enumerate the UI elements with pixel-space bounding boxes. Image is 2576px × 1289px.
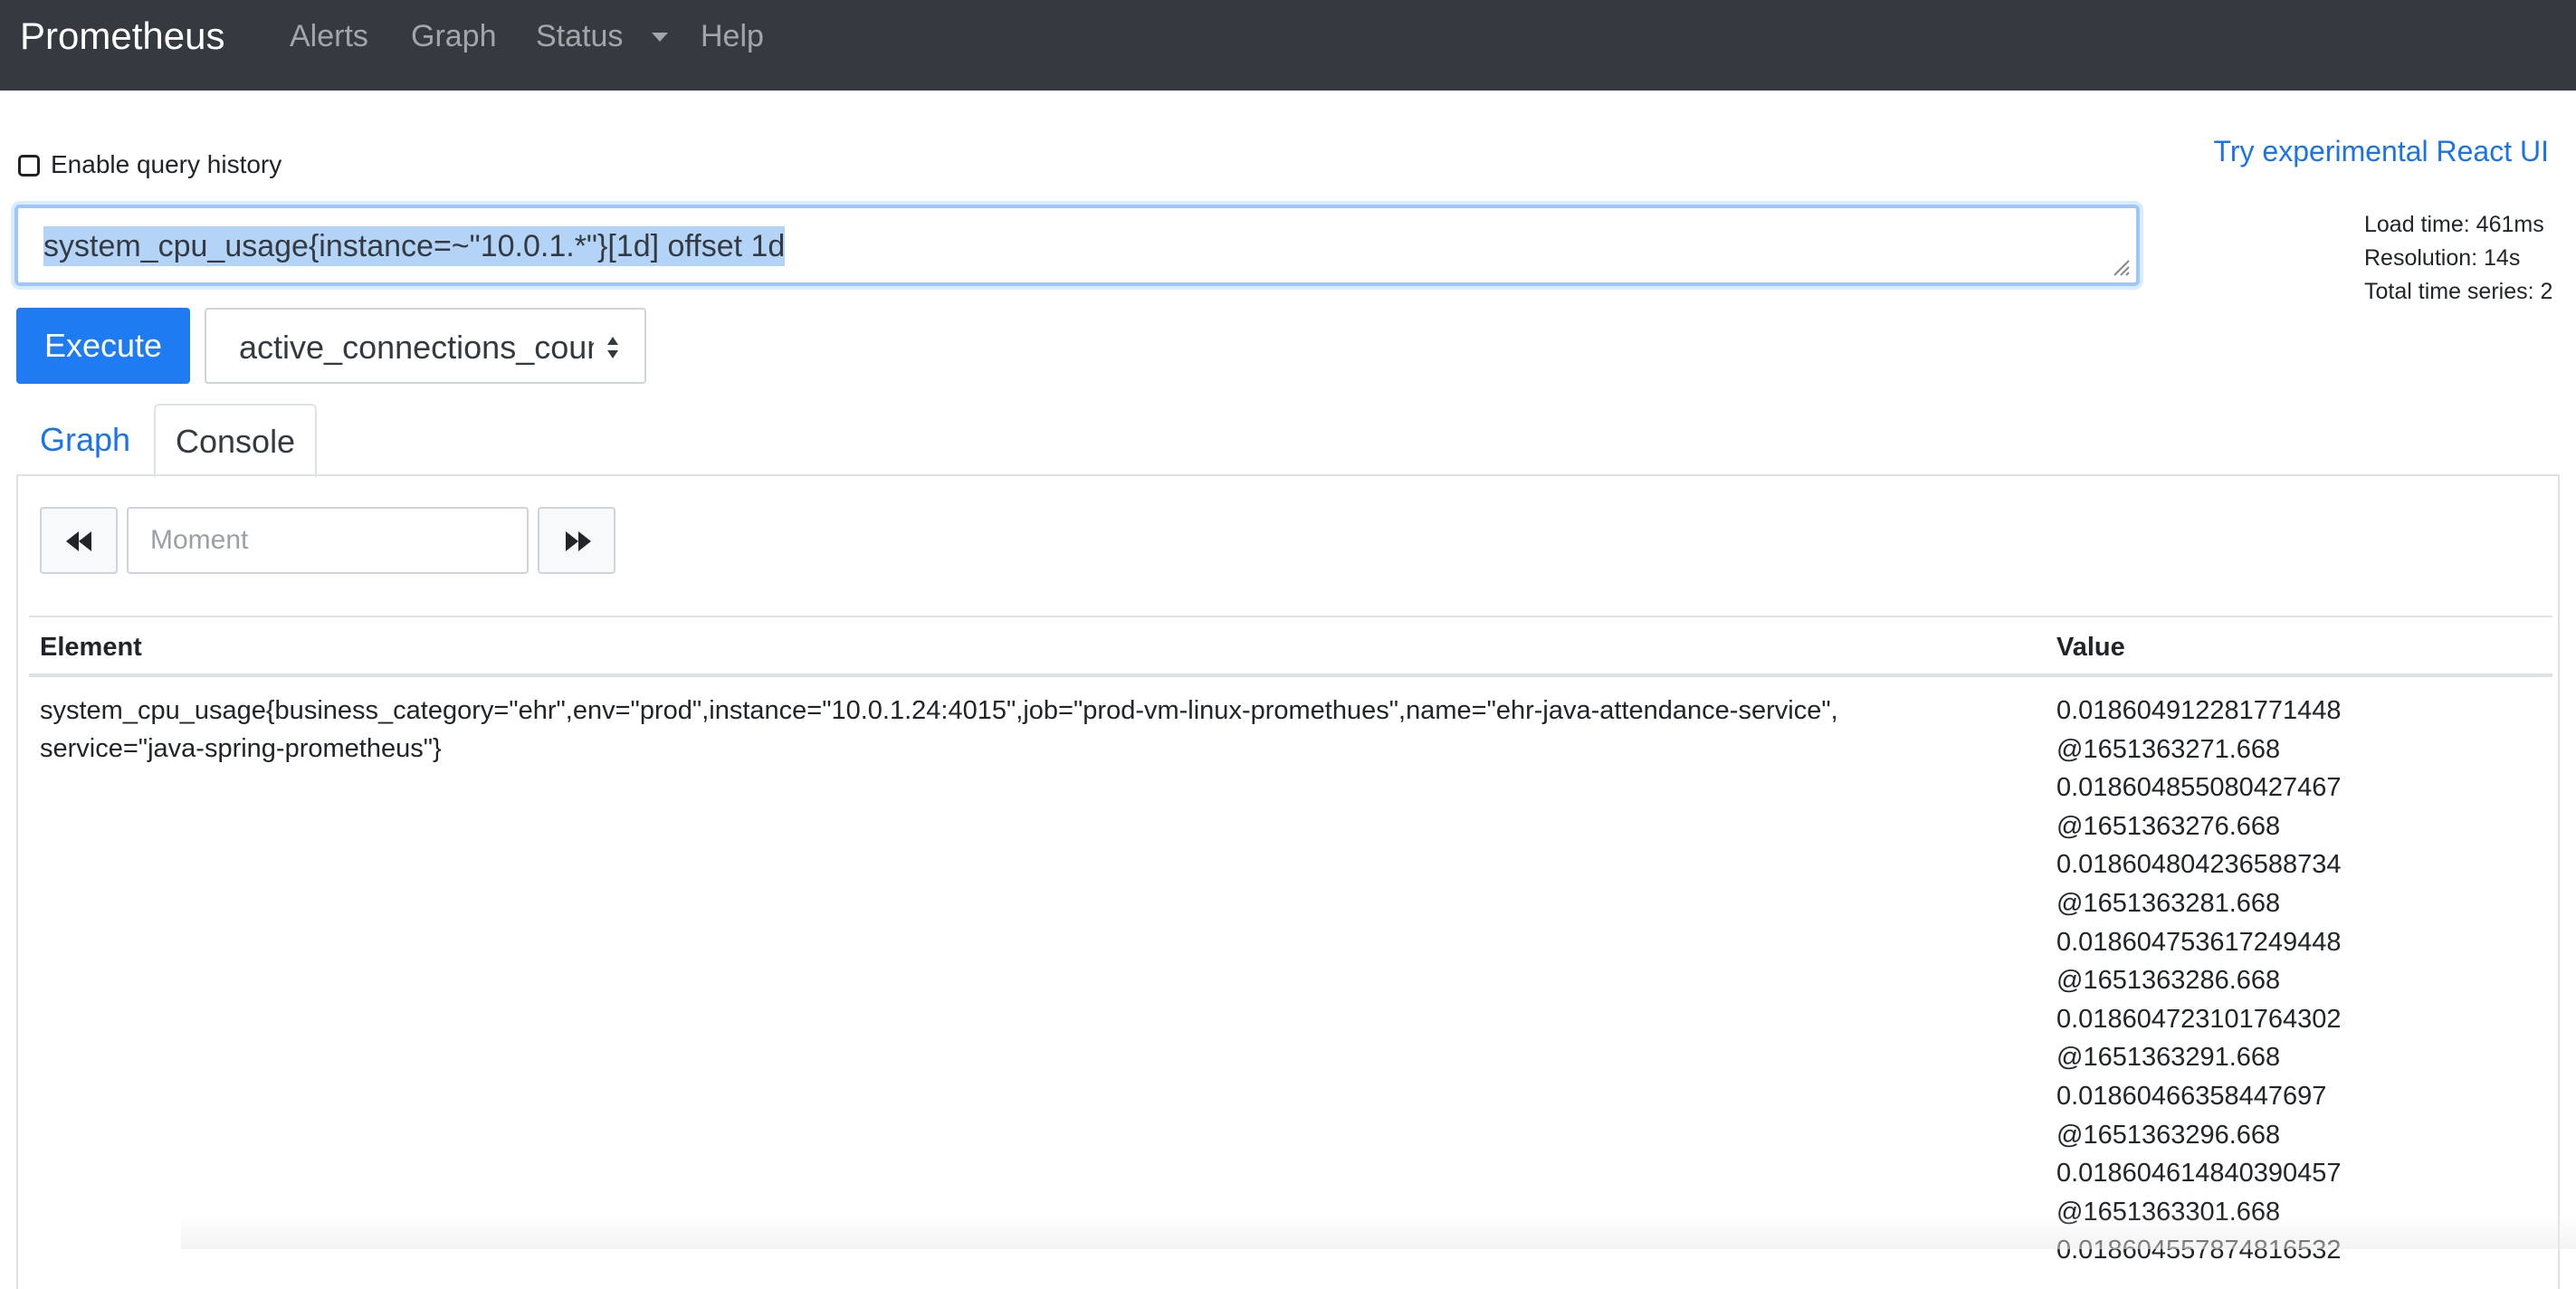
tab-graph[interactable]: Graph [18, 404, 152, 476]
table-row-element: system_cpu_usage{business_category="ehr"… [40, 696, 1838, 763]
load-time: Load time: 461ms [2364, 212, 2544, 237]
query-history-checkbox[interactable] [18, 155, 40, 177]
moment-input[interactable] [127, 507, 529, 574]
query-history-label[interactable]: Enable query history [51, 148, 281, 181]
value-line: @1651363296.668 [2056, 1120, 2281, 1150]
expression-text[interactable]: system_cpu_usage{instance=~"10.0.1.*"}[1… [43, 226, 786, 266]
tab-console[interactable]: Console [154, 404, 318, 478]
nav-alerts[interactable]: Alerts [290, 18, 368, 54]
fast-backward-icon [66, 531, 91, 551]
value-line: @1651363291.668 [2056, 1043, 2281, 1073]
value-line: 0.018604912281771448 [2056, 696, 2342, 725]
chevron-down-icon[interactable] [652, 33, 668, 42]
value-line: @1651363301.668 [2056, 1197, 2281, 1227]
value-line: @1651363276.668 [2056, 811, 2281, 841]
column-header-value: Value [2056, 633, 2125, 662]
value-line: @1651363271.668 [2056, 734, 2281, 764]
value-line: @1651363286.668 [2056, 966, 2281, 996]
moment-forward-button[interactable] [538, 507, 615, 574]
table-header-divider [29, 673, 2552, 677]
table-divider [29, 616, 2552, 617]
nav-help[interactable]: Help [701, 18, 764, 54]
value-line: 0.018604753617249448 [2056, 927, 2342, 957]
navbar: Prometheus Alerts Graph Status Help [0, 0, 2576, 91]
value-line: 0.018604557874816532 [2056, 1236, 2342, 1265]
value-line: 0.018604804236588734 [2056, 850, 2342, 880]
value-line: 0.01860466358447697 [2056, 1081, 2327, 1111]
resize-handle-icon[interactable] [2111, 257, 2131, 277]
query-stats: Load time: 461ms Resolution: 14s Total t… [2364, 208, 2552, 309]
metric-select-value: active_connections_count [239, 329, 594, 366]
fast-forward-icon [566, 531, 591, 551]
value-line: 0.018604723101764302 [2056, 1004, 2342, 1034]
nav-graph[interactable]: Graph [411, 18, 497, 54]
brand-logo[interactable]: Prometheus [20, 13, 224, 60]
metric-select[interactable]: active_connections_count [205, 308, 646, 384]
table-row-value: 0.018604912281771448 @1651363271.668 0.0… [2056, 692, 2527, 1270]
value-line: 0.018604614840390457 [2056, 1159, 2342, 1189]
expression-input[interactable]: system_cpu_usage{instance=~"10.0.1.*"}[1… [14, 205, 2140, 286]
react-ui-link[interactable]: Try experimental React UI [2214, 134, 2549, 168]
value-line: @1651363281.668 [2056, 888, 2281, 918]
moment-back-button[interactable] [40, 507, 118, 574]
nav-status-dropdown[interactable]: Status [536, 18, 623, 54]
column-header-element: Element [40, 633, 142, 662]
value-line: 0.018604855080427467 [2056, 773, 2342, 803]
resolution: Resolution: 14s [2364, 245, 2521, 271]
execute-button[interactable]: Execute [16, 308, 190, 384]
total-time-series: Total time series: 2 [2364, 279, 2553, 304]
select-arrows-icon [607, 337, 618, 358]
